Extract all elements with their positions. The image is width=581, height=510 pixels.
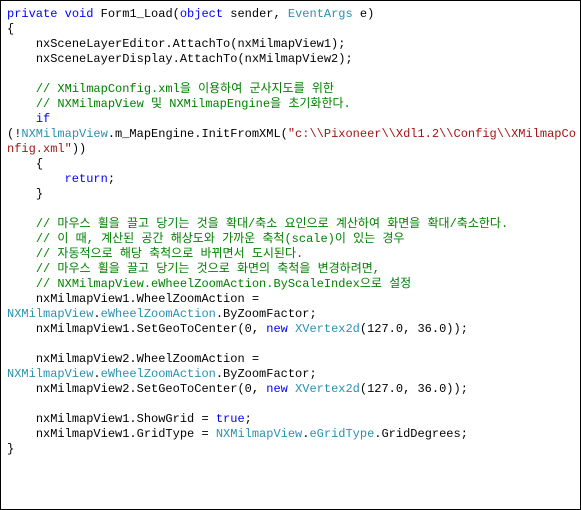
l20-mid: . <box>93 307 100 321</box>
line-12: } <box>7 187 43 201</box>
l21-pre: nxMilmapView1.SetGeoToCenter(0, <box>7 322 266 336</box>
kw-private: private <box>7 7 57 21</box>
l25-mid <box>288 382 295 396</box>
code-block: private void Form1_Load(object sender, E… <box>7 7 576 457</box>
line-9-end: )) <box>72 142 86 156</box>
l25-pre: nxMilmapView2.SetGeoToCenter(0, <box>7 382 266 396</box>
l24-mid: . <box>93 367 100 381</box>
l27-post: ; <box>245 412 252 426</box>
type-xvertex2d-2: XVertex2d <box>295 382 360 396</box>
type-ewheelzoomaction-2: eWheelZoomAction <box>101 367 216 381</box>
brace-close: } <box>7 442 14 456</box>
type-nxmilmapview-2: NXMilmapView <box>7 307 93 321</box>
l28-pre: nxMilmapView1.GridType = <box>7 427 216 441</box>
line-9-mid: .m_MapEngine.InitFromXML( <box>108 127 288 141</box>
type-nxmilmapview-3: NXMilmapView <box>7 367 93 381</box>
line-19: nxMilmapView1.WheelZoomAction = <box>7 292 266 306</box>
comment-15: // 이 때, 계산된 공간 해상도와 가까운 축척(scale)이 있는 경우 <box>7 232 404 246</box>
l28-rest: .GridDegrees; <box>374 427 468 441</box>
l25-rest: (127.0, 36.0)); <box>360 382 468 396</box>
type-nxmilmapview-1: NXMilmapView <box>21 127 107 141</box>
line-3: nxSceneLayerEditor.AttachTo(nxMilmapView… <box>7 37 345 51</box>
kw-new-1: new <box>266 322 288 336</box>
line-4: nxSceneLayerDisplay.AttachTo(nxMilmapVie… <box>7 52 353 66</box>
line-10: { <box>7 157 43 171</box>
kw-object: object <box>180 7 223 21</box>
line-11-post: ; <box>108 172 115 186</box>
arg-e: e) <box>353 7 375 21</box>
comment-16: // 자동적으로 해당 축척으로 바뀌면서 도시된다. <box>7 247 303 261</box>
type-xvertex2d-1: XVertex2d <box>295 322 360 336</box>
brace-open: { <box>7 22 14 36</box>
comment-7: // NXMilmapView 및 NXMilmapEngine을 초기화한다. <box>7 97 351 111</box>
kw-if: if <box>36 112 50 126</box>
method-name: Form1_Load <box>101 7 173 21</box>
line-23: nxMilmapView2.WheelZoomAction = <box>7 352 266 366</box>
l20-rest: .ByZoomFactor; <box>216 307 317 321</box>
kw-void: void <box>65 7 94 21</box>
line-11-pre <box>7 172 65 186</box>
type-nxmilmapview-4: NXMilmapView <box>216 427 302 441</box>
l27-pre: nxMilmapView1.ShowGrid = <box>7 412 216 426</box>
type-eventargs: EventArgs <box>288 7 353 21</box>
paren-open: ( <box>173 7 180 21</box>
comment-18: // NXMilmapView.eWheelZoomAction.ByScale… <box>7 277 411 291</box>
l21-rest: (127.0, 36.0)); <box>360 322 468 336</box>
kw-new-2: new <box>266 382 288 396</box>
comment-14: // 마우스 휠을 끌고 당기는 것을 확대/축소 요인으로 계산하여 화면을 … <box>7 217 508 231</box>
line-9-open: (! <box>7 127 21 141</box>
kw-return: return <box>65 172 108 186</box>
type-ewheelzoomaction-1: eWheelZoomAction <box>101 307 216 321</box>
code-frame: private void Form1_Load(object sender, E… <box>0 0 581 510</box>
l21-mid <box>288 322 295 336</box>
comment-6: // XMilmapConfig.xml을 이용하여 군사지도를 위한 <box>7 82 334 96</box>
line-8-pre <box>7 112 36 126</box>
comment-17: // 마우스 휠을 끌고 당기는 것으로 화면의 축척을 변경하려면, <box>7 262 380 276</box>
arg-sender: sender, <box>223 7 288 21</box>
l24-rest: .ByZoomFactor; <box>216 367 317 381</box>
type-egridtype: eGridType <box>309 427 374 441</box>
kw-true: true <box>216 412 245 426</box>
